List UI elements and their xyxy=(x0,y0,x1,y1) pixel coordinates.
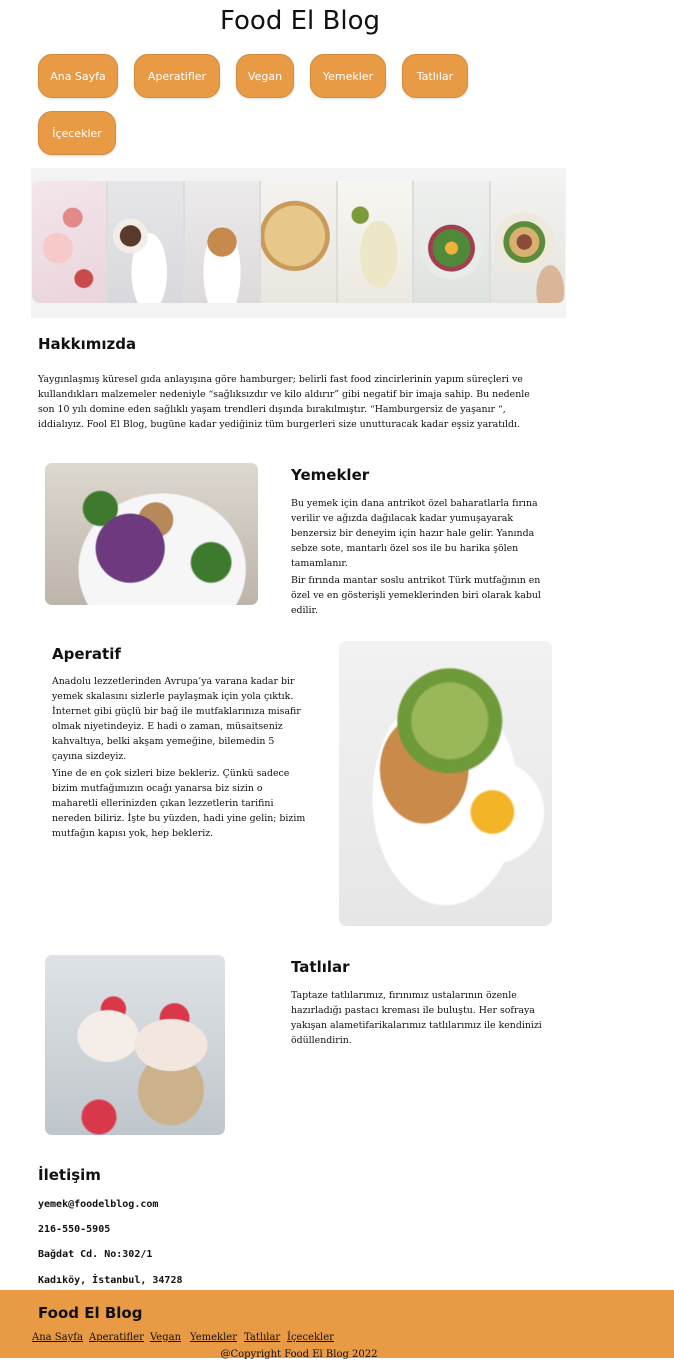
site-title: Food El Blog xyxy=(220,6,380,36)
gallery-image-fruit-jar xyxy=(32,181,107,303)
gallery-image-quiche xyxy=(261,181,336,303)
tatlilar-photo xyxy=(45,955,225,1135)
aperatif-photo xyxy=(339,641,552,926)
contact-address-line-1: Bağdat Cd. No:302/1 xyxy=(38,1249,153,1260)
footer-link-ana-sayfa[interactable]: Ana Sayfa xyxy=(32,1332,83,1343)
gallery-strip xyxy=(32,181,565,303)
aperatif-paragraph-2: Yine de en çok sizleri bize bekleriz. Çü… xyxy=(52,768,306,839)
footer-copyright: @Copyright Food El Blog 2022 xyxy=(220,1349,378,1360)
nav-tatlilar-button[interactable]: Tatlılar xyxy=(402,54,468,98)
gallery-image-salad-bowl xyxy=(414,181,489,303)
tatlilar-text: Taptaze tatlılarımız, fırınımız ustaları… xyxy=(291,990,542,1046)
gallery-image-veggie-plate xyxy=(490,181,565,303)
yemekler-paragraph-2: Bir fırında mantar soslu antrikot Türk m… xyxy=(291,575,541,616)
gallery-image-roll-cake xyxy=(108,181,183,303)
nav-ana-sayfa-button[interactable]: Ana Sayfa xyxy=(38,54,118,98)
yemekler-heading: Yemekler xyxy=(291,466,370,484)
footer-title: Food El Blog xyxy=(38,1304,143,1322)
contact-phone[interactable]: 216-550-5905 xyxy=(38,1224,110,1235)
contact-email[interactable]: yemek@foodelblog.com xyxy=(38,1199,158,1210)
image-gallery xyxy=(31,168,566,318)
footer-link-vegan[interactable]: Vegan xyxy=(150,1332,181,1343)
footer-link-yemekler[interactable]: Yemekler xyxy=(190,1332,237,1343)
about-heading: Hakkımızda xyxy=(38,335,137,353)
yemekler-paragraph-1: Bu yemek için dana antrikot özel baharat… xyxy=(291,498,538,569)
gallery-image-reindeer-pudding xyxy=(184,181,260,303)
footer-link-aperatifler[interactable]: Aperatifler xyxy=(89,1332,144,1343)
footer-link-tatlilar[interactable]: Tatlılar xyxy=(244,1332,280,1343)
gallery-image-rolls xyxy=(337,181,413,303)
nav-aperatifler-button[interactable]: Aperatifler xyxy=(134,54,220,98)
nav-vegan-button[interactable]: Vegan xyxy=(236,54,294,98)
aperatif-paragraph-1: Anadolu lezzetlerinden Avrupa’ya varana … xyxy=(52,676,301,762)
contact-address-line-2: Kadıköy, İstanbul, 34728 xyxy=(38,1275,183,1286)
nav-icecekler-button[interactable]: İçecekler xyxy=(38,111,116,155)
yemekler-photo xyxy=(45,463,258,605)
about-text: Yaygınlaşmış küresel gıda anlayışına gör… xyxy=(38,374,530,430)
footer: Food El Blog Ana Sayfa Aperatifler Vegan… xyxy=(0,1290,674,1360)
nav-yemekler-button[interactable]: Yemekler xyxy=(310,54,386,98)
tatlilar-heading: Tatlılar xyxy=(291,958,350,976)
contact-heading: İletişim xyxy=(38,1166,101,1184)
aperatif-heading: Aperatif xyxy=(52,645,121,663)
footer-link-icecekler[interactable]: İçecekler xyxy=(287,1332,334,1343)
